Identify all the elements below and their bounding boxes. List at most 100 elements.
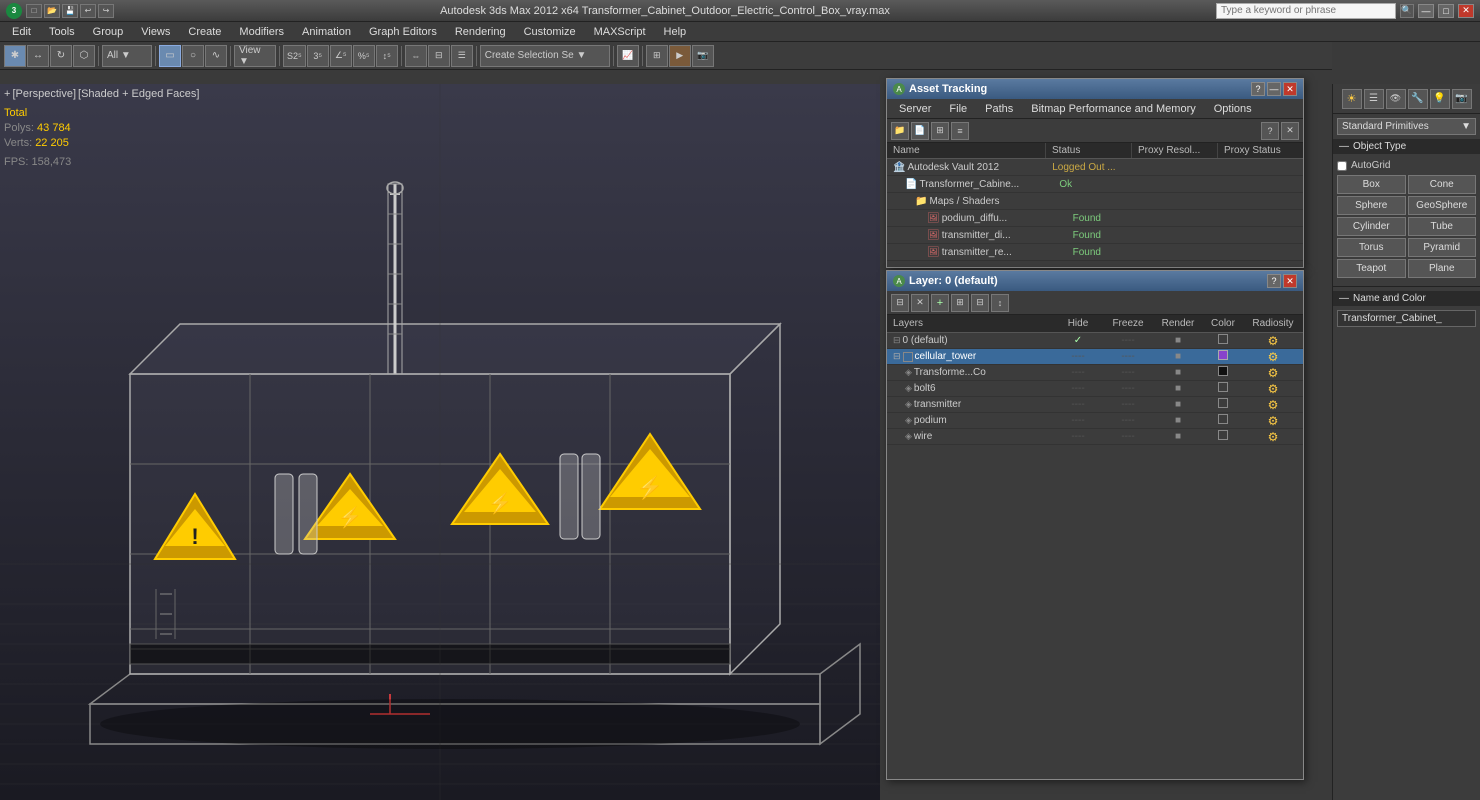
search-input[interactable] (1216, 3, 1396, 19)
view-dropdown[interactable]: View ▼ (234, 45, 276, 67)
lasso-btn[interactable]: ∿ (205, 45, 227, 67)
autogrid-checkbox[interactable] (1337, 161, 1347, 171)
vp-plus-btn[interactable]: + (4, 88, 10, 100)
prim-cone-btn[interactable]: Cone (1408, 175, 1477, 194)
layers-tb-icon2[interactable]: ✕ (911, 294, 929, 312)
curve-editor-btn[interactable]: 📈 (617, 45, 639, 67)
layers-tb-icon1[interactable]: ⊟ (891, 294, 909, 312)
layers-tb-icon4[interactable]: ⊞ (951, 294, 969, 312)
scale-btn[interactable]: ⬡ (73, 45, 95, 67)
maximize-button[interactable]: □ (1438, 4, 1454, 18)
snap-3d-btn[interactable]: 3⁵ (307, 45, 329, 67)
menu-help[interactable]: Help (656, 24, 695, 40)
angle-snap-btn[interactable]: ∠⁵ (330, 45, 352, 67)
asset-help-btn[interactable]: ? (1251, 82, 1265, 96)
asset-menu-server[interactable]: Server (891, 101, 939, 117)
layer-row[interactable]: ◈ transmitter ---- ---- ■ ⚙ (887, 397, 1303, 413)
menu-edit[interactable]: Edit (4, 24, 39, 40)
object-type-header[interactable]: — Object Type (1333, 139, 1480, 154)
asset-menu-options[interactable]: Options (1206, 101, 1260, 117)
prim-tube-btn[interactable]: Tube (1408, 217, 1477, 236)
save-btn[interactable]: 💾 (62, 4, 78, 18)
menu-create[interactable]: Create (180, 24, 229, 40)
open-btn[interactable]: 📂 (44, 4, 60, 18)
layers-help-btn[interactable]: ? (1267, 274, 1281, 288)
rp-icon6[interactable]: 📷 (1452, 89, 1472, 109)
layers-tb-icon5[interactable]: ⊟ (971, 294, 989, 312)
asset-tb-help[interactable]: ? (1261, 122, 1279, 140)
asset-tb-icon1[interactable]: 📁 (891, 122, 909, 140)
close-button[interactable]: ✕ (1458, 4, 1474, 18)
prim-cylinder-btn[interactable]: Cylinder (1337, 217, 1406, 236)
asset-tb-close[interactable]: ✕ (1281, 122, 1299, 140)
prim-torus-btn[interactable]: Torus (1337, 238, 1406, 257)
search-icon[interactable]: 🔍 (1400, 4, 1414, 18)
asset-tb-icon3[interactable]: ⊞ (931, 122, 949, 140)
minimize-button[interactable]: — (1418, 4, 1434, 18)
layers-tb-icon6[interactable]: ↕ (991, 294, 1009, 312)
rp-icon4[interactable]: 🔧 (1408, 89, 1428, 109)
layer-row[interactable]: ◈ Transforme...Co ---- ---- ■ ⚙ (887, 365, 1303, 381)
asset-tb-icon2[interactable]: 📄 (911, 122, 929, 140)
table-row[interactable]: 🏦 Autodesk Vault 2012 Logged Out ... (887, 159, 1303, 176)
filter-dropdown[interactable]: All ▼ (102, 45, 152, 67)
prim-box-btn[interactable]: Box (1337, 175, 1406, 194)
asset-menu-bitmap[interactable]: Bitmap Performance and Memory (1023, 101, 1203, 117)
asset-close-btn[interactable]: ✕ (1283, 82, 1297, 96)
selection-set[interactable]: Create Selection Se ▼ (480, 45, 610, 67)
table-row[interactable]: 🖼 transmitter_re... Found (887, 244, 1303, 261)
mirror-btn[interactable]: ⇔ (405, 45, 427, 67)
layer-row[interactable]: ⊟ 0 (default) ✓ ---- ■ ⚙ (887, 333, 1303, 349)
layer-row[interactable]: ⊟ cellular_tower ---- ---- ■ ⚙ (887, 349, 1303, 365)
prim-geosphere-btn[interactable]: GeoSphere (1408, 196, 1477, 215)
layer-row[interactable]: ◈ bolt6 ---- ---- ■ ⚙ (887, 381, 1303, 397)
layer-row[interactable]: ◈ wire ---- ---- ■ ⚙ (887, 429, 1303, 445)
toolbar-window-icons[interactable]: □ 📂 💾 ↩ ↪ (26, 4, 114, 18)
menu-rendering[interactable]: Rendering (447, 24, 514, 40)
layer-btn[interactable]: ☰ (451, 45, 473, 67)
layer-row[interactable]: ◈ podium ---- ---- ■ ⚙ (887, 413, 1303, 429)
menu-modifiers[interactable]: Modifiers (231, 24, 292, 40)
render-frame-btn[interactable]: 📷 (692, 45, 714, 67)
spinner-snap-btn[interactable]: ↕⁵ (376, 45, 398, 67)
prim-plane-btn[interactable]: Plane (1408, 259, 1477, 278)
viewport-3d[interactable]: + [Perspective] [Shaded + Edged Faces] T… (0, 84, 880, 800)
asset-menu-file[interactable]: File (941, 101, 975, 117)
asset-tb-icon4[interactable]: ≡ (951, 122, 969, 140)
rotate-btn[interactable]: ↻ (50, 45, 72, 67)
table-row[interactable]: 🖼 transmitter_di... Found (887, 227, 1303, 244)
table-row[interactable]: 📁 Maps / Shaders (887, 193, 1303, 210)
select-circle-btn[interactable]: ○ (182, 45, 204, 67)
undo-btn[interactable]: ↩ (80, 4, 96, 18)
layers-close-btn[interactable]: ✕ (1283, 274, 1297, 288)
asset-minimize-btn[interactable]: — (1267, 82, 1281, 96)
rp-icon1[interactable]: ☀ (1342, 89, 1362, 109)
prim-sphere-btn[interactable]: Sphere (1337, 196, 1406, 215)
align-btn[interactable]: ⊟ (428, 45, 450, 67)
prim-teapot-btn[interactable]: Teapot (1337, 259, 1406, 278)
vp-shading-label[interactable]: [Shaded + Edged Faces] (78, 88, 199, 100)
render-btn[interactable]: ▶ (669, 45, 691, 67)
render-setup-btn[interactable]: ⊞ (646, 45, 668, 67)
prim-pyramid-btn[interactable]: Pyramid (1408, 238, 1477, 257)
snap-2d-btn[interactable]: S2⁵ (283, 45, 306, 67)
table-row[interactable]: 🖼 podium_diffu... Found (887, 210, 1303, 227)
rp-icon3[interactable]: 👁 (1386, 89, 1406, 109)
rp-icon5[interactable]: 💡 (1430, 89, 1450, 109)
table-row[interactable]: 📄 Transformer_Cabine... Ok (887, 176, 1303, 193)
move-btn[interactable]: ↔ (27, 45, 49, 67)
menu-maxscript[interactable]: MAXScript (586, 24, 654, 40)
name-color-header[interactable]: — Name and Color (1333, 291, 1480, 306)
menu-views[interactable]: Views (133, 24, 178, 40)
menu-group[interactable]: Group (85, 24, 132, 40)
asset-menu-paths[interactable]: Paths (977, 101, 1021, 117)
rp-icon2[interactable]: ☰ (1364, 89, 1384, 109)
menu-customize[interactable]: Customize (516, 24, 584, 40)
percent-snap-btn[interactable]: %⁵ (353, 45, 375, 67)
menu-graph-editors[interactable]: Graph Editors (361, 24, 445, 40)
select-btn[interactable]: ✱ (4, 45, 26, 67)
redo-btn[interactable]: ↪ (98, 4, 114, 18)
menu-tools[interactable]: Tools (41, 24, 83, 40)
name-input[interactable] (1337, 310, 1476, 327)
select-rect-btn[interactable]: ▭ (159, 45, 181, 67)
